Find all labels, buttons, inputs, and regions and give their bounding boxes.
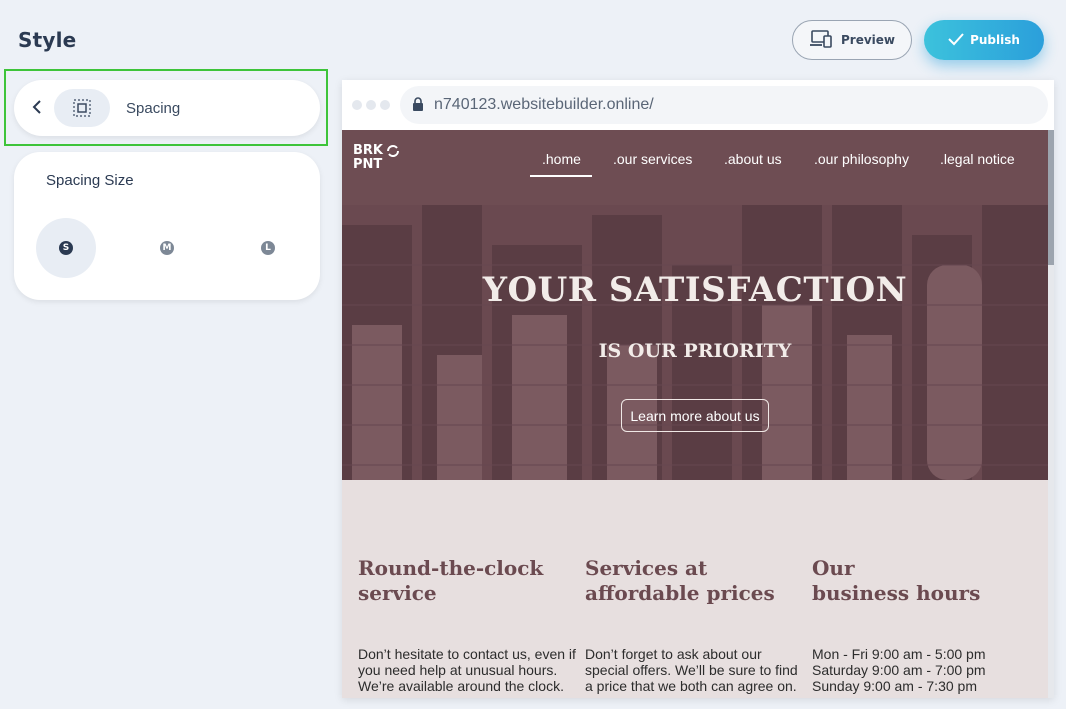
feature-text: Don’t hesitate to contact us, even if yo… [358, 646, 580, 694]
feature-title-line: service [358, 581, 437, 605]
feature-text-line: Saturday 9:00 am - 7:00 pm [812, 662, 986, 678]
feature-text-line: special offers. We’ll be sure to find [585, 662, 798, 678]
size-m-badge: M [160, 241, 174, 255]
feature-title: Round-the-clock service [358, 556, 580, 606]
window-dot [352, 100, 362, 110]
size-option-m[interactable]: M [137, 218, 197, 278]
feature-column: Services at affordable prices Don’t forg… [585, 556, 807, 694]
window-dot [366, 100, 376, 110]
active-nav-indicator [530, 175, 592, 177]
window-dots [352, 100, 390, 110]
feature-text: Mon - Fri 9:00 am - 5:00 pm Saturday 9:0… [812, 646, 1034, 694]
feature-title: Our business hours [812, 556, 1034, 606]
lock-icon [412, 96, 424, 115]
feature-title-line: Our [812, 556, 855, 580]
preview-scrollbar[interactable] [1048, 130, 1054, 698]
nav-link-philosophy[interactable]: .our philosophy [814, 151, 909, 167]
feature-text-line: Sunday 9:00 am - 7:30 pm [812, 678, 977, 694]
feature-column: Our business hours Mon - Fri 9:00 am - 5… [812, 556, 1034, 694]
site-nav: BRK PNT .home .our services .about us .o… [342, 130, 1048, 205]
refresh-logo-icon [385, 144, 401, 162]
preview-browser: n740123.websitebuilder.online/ BRK PNT .… [342, 80, 1054, 698]
devices-icon [809, 29, 833, 51]
spacing-size-card: Spacing Size S M L [14, 152, 320, 300]
spacing-section-header[interactable]: Spacing [14, 80, 320, 136]
size-option-l[interactable]: L [238, 218, 298, 278]
scrollbar-thumb[interactable] [1048, 130, 1054, 265]
hero-section: BRK PNT .home .our services .about us .o… [342, 130, 1048, 480]
spacing-label: Spacing [126, 99, 181, 117]
publish-label: Publish [970, 33, 1020, 47]
learn-more-button[interactable]: Learn more about us [621, 399, 769, 432]
nav-link-about[interactable]: .about us [724, 151, 782, 167]
check-icon [948, 32, 964, 49]
url-text: n740123.websitebuilder.online/ [434, 96, 654, 113]
size-s-badge: S [59, 241, 73, 255]
feature-text-line: Don’t forget to ask about our [585, 646, 762, 662]
feature-column: Round-the-clock service Don’t hesitate t… [358, 556, 580, 694]
feature-text-line: We’re available around the clock. [358, 678, 564, 694]
address-bar[interactable]: n740123.websitebuilder.online/ [400, 86, 1048, 124]
nav-link-home[interactable]: .home [542, 151, 581, 167]
feature-title-line: Round-the-clock [358, 556, 544, 580]
spacing-size-title: Spacing Size [46, 172, 134, 189]
feature-text-line: Mon - Fri 9:00 am - 5:00 pm [812, 646, 986, 662]
window-dot [380, 100, 390, 110]
preview-label: Preview [840, 33, 895, 47]
size-option-s[interactable]: S [36, 218, 96, 278]
feature-text-line: Don’t hesitate to contact us, even if [358, 646, 576, 662]
logo-line-2: PNT [353, 157, 383, 172]
browser-bar: n740123.websitebuilder.online/ [342, 80, 1054, 130]
nav-link-legal[interactable]: .legal notice [940, 151, 1015, 167]
nav-link-services[interactable]: .our services [613, 151, 692, 167]
feature-text: Don’t forget to ask about our special of… [585, 646, 807, 694]
feature-title: Services at affordable prices [585, 556, 807, 606]
feature-text-line: you need help at unusual hours. [358, 662, 558, 678]
feature-title-line: affordable prices [585, 581, 775, 605]
preview-button[interactable]: Preview [792, 20, 912, 60]
feature-title-line: business hours [812, 581, 981, 605]
features-section: Round-the-clock service Don’t hesitate t… [342, 480, 1048, 698]
feature-text-line: a price that we both can agree on. [585, 678, 797, 694]
site-logo[interactable]: BRK PNT [353, 143, 399, 172]
chevron-left-icon[interactable] [20, 99, 54, 118]
size-l-badge: L [261, 241, 275, 255]
website-preview: BRK PNT .home .our services .about us .o… [342, 130, 1048, 698]
publish-button[interactable]: Publish [924, 20, 1044, 60]
spacing-icon [54, 89, 110, 127]
feature-title-line: Services at [585, 556, 708, 580]
hero-subtitle: IS OUR PRIORITY [598, 340, 792, 362]
panel-title: Style [18, 28, 77, 52]
logo-line-1: BRK [353, 143, 383, 158]
hero-title: YOUR SATISFACTION [482, 270, 908, 310]
